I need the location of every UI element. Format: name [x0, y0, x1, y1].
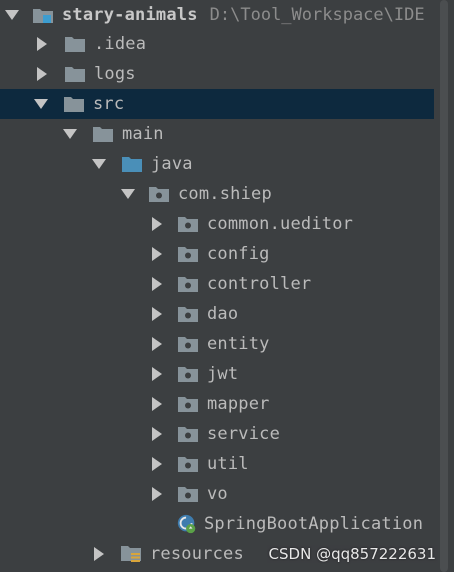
package-label: jwt	[207, 364, 239, 384]
chevron-down-icon[interactable]	[92, 157, 106, 171]
scrollbar-thumb[interactable]	[440, 0, 448, 572]
chevron-down-icon[interactable]	[5, 8, 19, 22]
package-icon	[177, 245, 199, 263]
tree-row-subpackage[interactable]: util	[0, 449, 434, 479]
tree-row-main[interactable]: main	[0, 119, 434, 149]
tree-row-subpackage[interactable]: common.ueditor	[0, 209, 434, 239]
chevron-right-icon[interactable]	[150, 217, 164, 231]
package-icon	[177, 215, 199, 233]
folder-icon	[64, 65, 86, 83]
tree-row-subpackage[interactable]: config	[0, 239, 434, 269]
watermark: CSDN @qq857222631	[266, 545, 438, 563]
chevron-right-icon[interactable]	[150, 307, 164, 321]
project-tree: stary-animals D:\Tool_Workspace\IDE .ide…	[0, 0, 434, 572]
folder-icon	[92, 125, 114, 143]
tree-row-subpackage[interactable]: dao	[0, 299, 434, 329]
chevron-right-icon[interactable]	[150, 487, 164, 501]
chevron-right-icon[interactable]	[150, 457, 164, 471]
chevron-right-icon[interactable]	[92, 547, 106, 561]
tree-row-java[interactable]: java	[0, 149, 434, 179]
package-label: vo	[207, 484, 228, 504]
folder-label: .idea	[94, 34, 147, 54]
package-icon	[177, 485, 199, 503]
module-folder-icon	[32, 6, 54, 24]
source-folder-icon	[121, 155, 143, 173]
chevron-right-icon[interactable]	[150, 277, 164, 291]
chevron-right-icon[interactable]	[150, 427, 164, 441]
package-icon	[177, 455, 199, 473]
chevron-right-icon[interactable]	[35, 67, 49, 81]
class-label: SpringBootApplication	[204, 514, 424, 534]
folder-label: resources	[150, 544, 244, 564]
resources-folder-icon	[120, 545, 142, 563]
tree-row-project-root[interactable]: stary-animals D:\Tool_Workspace\IDE	[0, 0, 434, 30]
chevron-right-icon[interactable]	[150, 397, 164, 411]
folder-label: src	[93, 94, 125, 114]
tree-row-subpackage[interactable]: entity	[0, 329, 434, 359]
package-icon	[177, 365, 199, 383]
package-icon	[177, 425, 199, 443]
spring-boot-class-icon	[176, 514, 198, 534]
tree-row-logs[interactable]: logs	[0, 59, 434, 89]
tree-row-subpackage[interactable]: mapper	[0, 389, 434, 419]
tree-row-subpackage[interactable]: jwt	[0, 359, 434, 389]
project-name: stary-animals	[62, 5, 198, 25]
package-label: config	[207, 244, 270, 264]
chevron-right-icon[interactable]	[150, 337, 164, 351]
package-icon	[177, 335, 199, 353]
tree-row-src[interactable]: src	[0, 89, 434, 119]
package-icon	[177, 275, 199, 293]
tree-row-subpackage[interactable]: vo	[0, 479, 434, 509]
package-label: controller	[207, 274, 312, 294]
package-icon	[177, 395, 199, 413]
folder-icon	[64, 35, 86, 53]
package-icon	[177, 305, 199, 323]
chevron-down-icon[interactable]	[34, 97, 48, 111]
folder-label: java	[151, 154, 193, 174]
folder-label: main	[122, 124, 164, 144]
tree-row-package-root[interactable]: com.shiep	[0, 179, 434, 209]
package-icon	[148, 185, 170, 203]
project-path: D:\Tool_Workspace\IDE	[209, 5, 425, 25]
vertical-scrollbar[interactable]	[434, 0, 454, 572]
tree-row-application-class[interactable]: SpringBootApplication	[0, 509, 434, 539]
package-label: com.shiep	[178, 184, 272, 204]
package-label: entity	[207, 334, 270, 354]
chevron-right-icon[interactable]	[35, 37, 49, 51]
tree-row-subpackage[interactable]: service	[0, 419, 434, 449]
chevron-down-icon[interactable]	[63, 127, 77, 141]
chevron-down-icon[interactable]	[121, 187, 135, 201]
tree-row-idea[interactable]: .idea	[0, 29, 434, 59]
chevron-right-icon[interactable]	[150, 247, 164, 261]
folder-label: logs	[94, 64, 136, 84]
package-label: mapper	[207, 394, 270, 414]
package-label: common.ueditor	[207, 214, 354, 234]
chevron-right-icon[interactable]	[150, 367, 164, 381]
tree-row-subpackage[interactable]: controller	[0, 269, 434, 299]
package-label: util	[207, 454, 249, 474]
package-label: dao	[207, 304, 239, 324]
package-label: service	[207, 424, 281, 444]
folder-icon	[63, 95, 85, 113]
